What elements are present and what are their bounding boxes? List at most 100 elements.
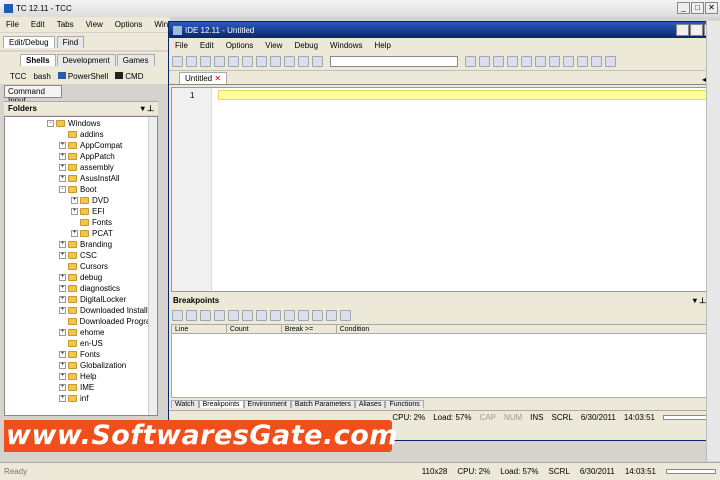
tree-expander-icon[interactable]: + (59, 285, 66, 292)
find-icon[interactable] (326, 309, 337, 321)
tree-item[interactable]: addins (5, 129, 157, 140)
tree-item[interactable]: + DigitalLocker (5, 294, 157, 305)
tree-item[interactable]: + EFI (5, 206, 157, 217)
bottom-tab-0[interactable]: Watch (171, 400, 199, 408)
ide-menu-options[interactable]: Options (220, 41, 260, 50)
shell-powershell-button[interactable]: PowerShell (57, 71, 108, 81)
tcc-menu-edit[interactable]: Edit (25, 20, 51, 29)
tcc-menu-options[interactable]: Options (109, 20, 149, 29)
tree-expander-icon[interactable]: + (59, 274, 66, 281)
tcc-zoom-slider[interactable] (666, 469, 716, 474)
tcc-menu-view[interactable]: View (80, 20, 109, 29)
tree-expander-icon[interactable]: + (59, 252, 66, 259)
tree-item[interactable]: + debug (5, 272, 157, 283)
tree-item[interactable]: + Fonts (5, 349, 157, 360)
shell-tcc-button[interactable]: TCC (10, 72, 26, 81)
tab-games[interactable]: Games (116, 54, 155, 66)
bp-column-2[interactable]: Break >= (282, 325, 337, 333)
step-into-icon[interactable] (507, 56, 518, 67)
pause-icon[interactable] (479, 56, 490, 67)
tree-item[interactable]: - Windows (5, 118, 157, 129)
bottom-tab-2[interactable]: Environment (243, 400, 291, 408)
open-folder-icon[interactable] (186, 56, 197, 67)
editor-area[interactable]: 1 (171, 87, 717, 292)
save-icon[interactable] (200, 56, 211, 67)
cut-icon[interactable] (242, 309, 253, 321)
paste-icon[interactable] (256, 56, 267, 67)
tree-item[interactable]: Fonts (5, 217, 157, 228)
tree-expander-icon[interactable]: + (71, 208, 78, 215)
tcc-vertical-scrollbar[interactable] (706, 21, 720, 461)
run-to-cursor-icon[interactable] (549, 56, 560, 67)
bottom-tab-5[interactable]: Functions (385, 400, 424, 408)
find-icon[interactable] (312, 56, 323, 67)
paste-icon[interactable] (270, 309, 281, 321)
tree-expander-icon[interactable]: + (59, 142, 66, 149)
tree-item[interactable]: Cursors (5, 261, 157, 272)
tree-expander-icon[interactable]: + (59, 373, 66, 380)
tree-item[interactable]: en-US (5, 338, 157, 349)
tree-expander-icon[interactable]: + (59, 329, 66, 336)
close-button[interactable]: ✕ (705, 2, 718, 14)
tree-item[interactable]: + AppCompat (5, 140, 157, 151)
tree-expander-icon[interactable]: + (59, 175, 66, 182)
shell-bash-button[interactable]: bash (33, 72, 50, 81)
tree-item[interactable]: + CSC (5, 250, 157, 261)
tree-expander-icon[interactable]: - (59, 186, 66, 193)
tree-scrollbar[interactable] (148, 117, 157, 415)
tree-item[interactable]: + Downloaded Installat (5, 305, 157, 316)
tree-expander-icon[interactable]: + (59, 362, 66, 369)
tab-development[interactable]: Development (56, 54, 116, 66)
tree-expander-icon[interactable]: + (59, 241, 66, 248)
tcc-menu-tabs[interactable]: Tabs (51, 20, 80, 29)
help-icon[interactable] (340, 309, 351, 321)
tree-item[interactable]: + DVD (5, 195, 157, 206)
delete-icon[interactable] (270, 56, 281, 67)
help-icon[interactable] (605, 56, 616, 67)
tree-expander-icon[interactable]: + (59, 384, 66, 391)
copy-icon[interactable] (256, 309, 267, 321)
close-tab-icon[interactable]: ✕ (214, 74, 221, 83)
undo-icon[interactable] (284, 56, 295, 67)
bp-column-3[interactable]: Condition (337, 325, 717, 333)
bottom-tab-1[interactable]: Breakpoints (198, 400, 244, 408)
doc-tab-untitled[interactable]: Untitled ✕ (179, 72, 228, 84)
step-out-icon[interactable] (535, 56, 546, 67)
tree-item[interactable]: + inf (5, 393, 157, 404)
ide-minimize-button[interactable]: _ (676, 24, 689, 36)
new-file-icon[interactable] (172, 309, 183, 321)
tab-edit-debug[interactable]: Edit/Debug (3, 35, 55, 48)
tree-item[interactable]: + Globalization (5, 360, 157, 371)
bottom-tab-4[interactable]: Aliases (354, 400, 386, 408)
redo-icon[interactable] (298, 56, 309, 67)
redo-icon[interactable] (312, 309, 323, 321)
tree-item[interactable]: + Help (5, 371, 157, 382)
tree-expander-icon[interactable]: + (59, 164, 66, 171)
cut-icon[interactable] (228, 56, 239, 67)
tree-item[interactable]: + diagnostics (5, 283, 157, 294)
new-file-icon[interactable] (172, 56, 183, 67)
bp-column-0[interactable]: Line (172, 325, 227, 333)
console-icon[interactable] (591, 56, 602, 67)
print-icon[interactable] (228, 309, 239, 321)
tree-item[interactable]: + AppPatch (5, 151, 157, 162)
bp-column-1[interactable]: Count (227, 325, 282, 333)
save-all-icon[interactable] (214, 56, 225, 67)
ide-menu-help[interactable]: Help (369, 41, 397, 50)
undo-icon[interactable] (298, 309, 309, 321)
stop-icon[interactable] (493, 56, 504, 67)
tree-expander-icon[interactable]: + (59, 351, 66, 358)
open-folder-icon[interactable] (186, 309, 197, 321)
run-icon[interactable] (465, 56, 476, 67)
delete-icon[interactable] (284, 309, 295, 321)
tree-item[interactable]: + ehome (5, 327, 157, 338)
tree-expander-icon[interactable]: + (59, 153, 66, 160)
ide-menu-edit[interactable]: Edit (194, 41, 220, 50)
save-all-icon[interactable] (214, 309, 225, 321)
minimize-button[interactable]: _ (677, 2, 690, 14)
maximize-button[interactable]: □ (691, 2, 704, 14)
tree-expander-icon[interactable]: + (59, 395, 66, 402)
toolbar-dropdown[interactable] (330, 56, 458, 67)
ide-menu-windows[interactable]: Windows (324, 41, 368, 50)
tab-find[interactable]: Find (56, 35, 85, 48)
